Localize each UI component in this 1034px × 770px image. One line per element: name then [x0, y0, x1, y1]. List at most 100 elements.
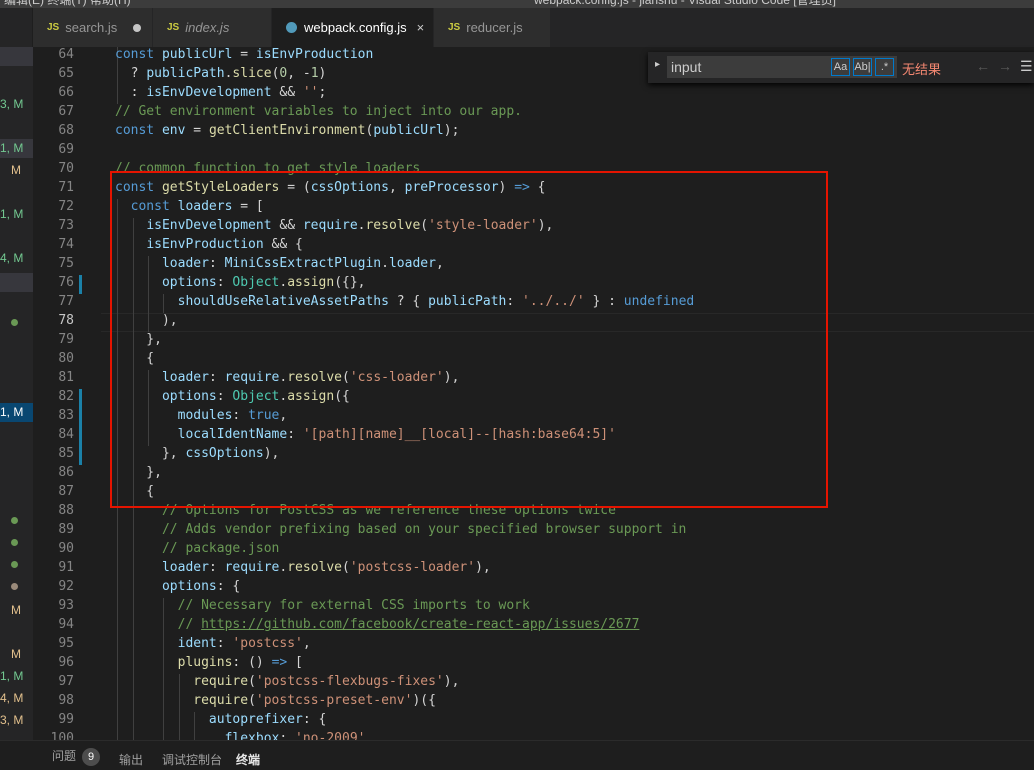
- line-number: 82: [58, 389, 74, 404]
- git-status-badge[interactable]: 1, M: [0, 139, 33, 158]
- git-dot-icon: [11, 517, 18, 524]
- code-line-65: ? publicPath.slice(0, -1): [115, 66, 327, 81]
- git-dot-icon: [11, 561, 18, 568]
- git-status-badge: 4, M: [0, 251, 24, 265]
- line-number: 66: [58, 85, 74, 100]
- panel-tab-bar: 问题 9 输出 调试控制台 终端: [0, 740, 1034, 770]
- line-number: 73: [58, 218, 74, 233]
- sidebar-header: [0, 8, 33, 47]
- tab-debug-console[interactable]: 调试控制台: [162, 751, 222, 768]
- tab-label: reducer.js: [466, 20, 523, 35]
- match-case-button[interactable]: Aa: [831, 58, 850, 76]
- git-dot-icon: [11, 583, 18, 590]
- find-in-selection-icon[interactable]: ☰: [1020, 58, 1033, 75]
- code-line-90: // package.json: [161, 541, 280, 556]
- code-line-89: // Adds vendor prefixing based on your s…: [161, 522, 687, 537]
- js-file-icon: JS: [167, 22, 180, 33]
- close-icon[interactable]: ×: [417, 20, 425, 35]
- explorer-row-selected[interactable]: [0, 47, 33, 66]
- js-file-icon: JS: [47, 22, 60, 33]
- explorer-row[interactable]: [0, 273, 33, 292]
- git-status-badge: 3, M: [0, 97, 24, 111]
- line-number: 79: [58, 332, 74, 347]
- code-line-96: plugins: () => [: [177, 655, 303, 670]
- line-number: 93: [58, 598, 74, 613]
- line-number: 100: [50, 731, 74, 740]
- line-number: 97: [58, 674, 74, 689]
- line-number: 94: [58, 617, 74, 632]
- line-number: 99: [58, 712, 74, 727]
- code-line-95: ident: 'postcss',: [177, 636, 311, 651]
- line-number: 76: [58, 275, 74, 290]
- line-number: 75: [58, 256, 74, 271]
- git-status-badge[interactable]: 1, M: [0, 403, 33, 422]
- line-number: 80: [58, 351, 74, 366]
- tab-webpack-config-js[interactable]: webpack.config.js ×: [272, 8, 434, 47]
- code-line-99: autoprefixer: {: [208, 712, 327, 727]
- explorer-sidebar: 3, M 1, M M 1, M 4, M 1, M M M 1, M 4, M…: [0, 47, 33, 740]
- tab-label: index.js: [185, 20, 230, 35]
- line-number: 86: [58, 465, 74, 480]
- previous-match-icon[interactable]: ←: [976, 58, 990, 74]
- line-number: 89: [58, 522, 74, 537]
- code-line-94: // https://github.com/facebook/create-re…: [177, 617, 640, 632]
- line-number: 85: [58, 446, 74, 461]
- git-status-badge: M: [11, 163, 21, 177]
- line-number: 91: [58, 560, 74, 575]
- tab-problems-label: 问题: [52, 749, 77, 763]
- git-status-badge: 3, M: [0, 713, 24, 727]
- menu-bar[interactable]: 编辑(E) 终端(T) 帮助(H): [4, 0, 131, 8]
- line-number: 81: [58, 370, 74, 385]
- line-number: 98: [58, 693, 74, 708]
- find-widget: ▸ Aa Ab| .* 无结果 ← → ☰: [648, 52, 1034, 83]
- js-file-icon: JS: [448, 22, 461, 33]
- line-number: 71: [58, 180, 74, 195]
- line-number: 78: [58, 313, 74, 328]
- line-number: 65: [58, 66, 74, 81]
- line-number: 68: [58, 123, 74, 138]
- line-number: 74: [58, 237, 74, 252]
- line-number: 67: [58, 104, 74, 119]
- git-status-badge: 1, M: [0, 669, 24, 683]
- git-status-badge: M: [11, 603, 21, 617]
- use-regex-button[interactable]: .*: [875, 58, 894, 76]
- code-line-91: loader: require.resolve('postcss-loader'…: [161, 560, 491, 575]
- match-whole-word-button[interactable]: Ab|: [853, 58, 872, 76]
- code-line-64: const publicUrl = isEnvProduction: [115, 47, 374, 62]
- git-status-badge: M: [11, 647, 21, 661]
- line-number: 88: [58, 503, 74, 518]
- tab-label: webpack.config.js: [304, 20, 407, 35]
- code-line-93: // Necessary for external CSS imports to…: [177, 598, 530, 613]
- tab-problems[interactable]: 问题 9: [52, 747, 101, 766]
- code-line-100: flexbox: 'no-2009',: [224, 731, 374, 740]
- line-number: 96: [58, 655, 74, 670]
- git-dot-icon: [11, 539, 18, 546]
- line-number: 70: [58, 161, 74, 176]
- next-match-icon[interactable]: →: [998, 58, 1012, 74]
- line-number: 92: [58, 579, 74, 594]
- tab-index-js[interactable]: JS index.js: [153, 8, 272, 47]
- tab-output[interactable]: 输出: [119, 751, 143, 768]
- tab-search-js[interactable]: JS search.js: [33, 8, 153, 47]
- git-status-badge: 1, M: [0, 207, 24, 221]
- dirty-diff-indicator: [79, 275, 82, 294]
- tab-label: search.js: [65, 20, 118, 35]
- line-number: 72: [58, 199, 74, 214]
- line-number: 64: [58, 47, 74, 62]
- problems-count-badge: 9: [82, 748, 101, 766]
- editor-tab-bar: JS search.js JS index.js webpack.config.…: [0, 8, 1034, 47]
- tab-terminal[interactable]: 终端: [236, 751, 260, 768]
- line-number-gutter: 64 65 66 67 68 69 70 71 72 73 74 75 76 77 78 79 80 81 82 83…: [33, 47, 85, 740]
- line-number: 77: [58, 294, 74, 309]
- config-file-icon: [286, 22, 297, 33]
- toggle-replace-icon[interactable]: ▸: [655, 59, 660, 70]
- code-line-67: // Get environment variables to inject i…: [115, 104, 522, 119]
- code-line-92: options: {: [161, 579, 241, 594]
- unsaved-dot-icon[interactable]: [133, 23, 142, 32]
- line-number: 69: [58, 142, 74, 157]
- find-result-count: 无结果: [902, 62, 942, 77]
- tab-reducer-js[interactable]: JS reducer.js: [434, 8, 551, 47]
- line-number: 83: [58, 408, 74, 423]
- line-number: 90: [58, 541, 74, 556]
- code-line-66: : isEnvDevelopment && '';: [115, 85, 327, 100]
